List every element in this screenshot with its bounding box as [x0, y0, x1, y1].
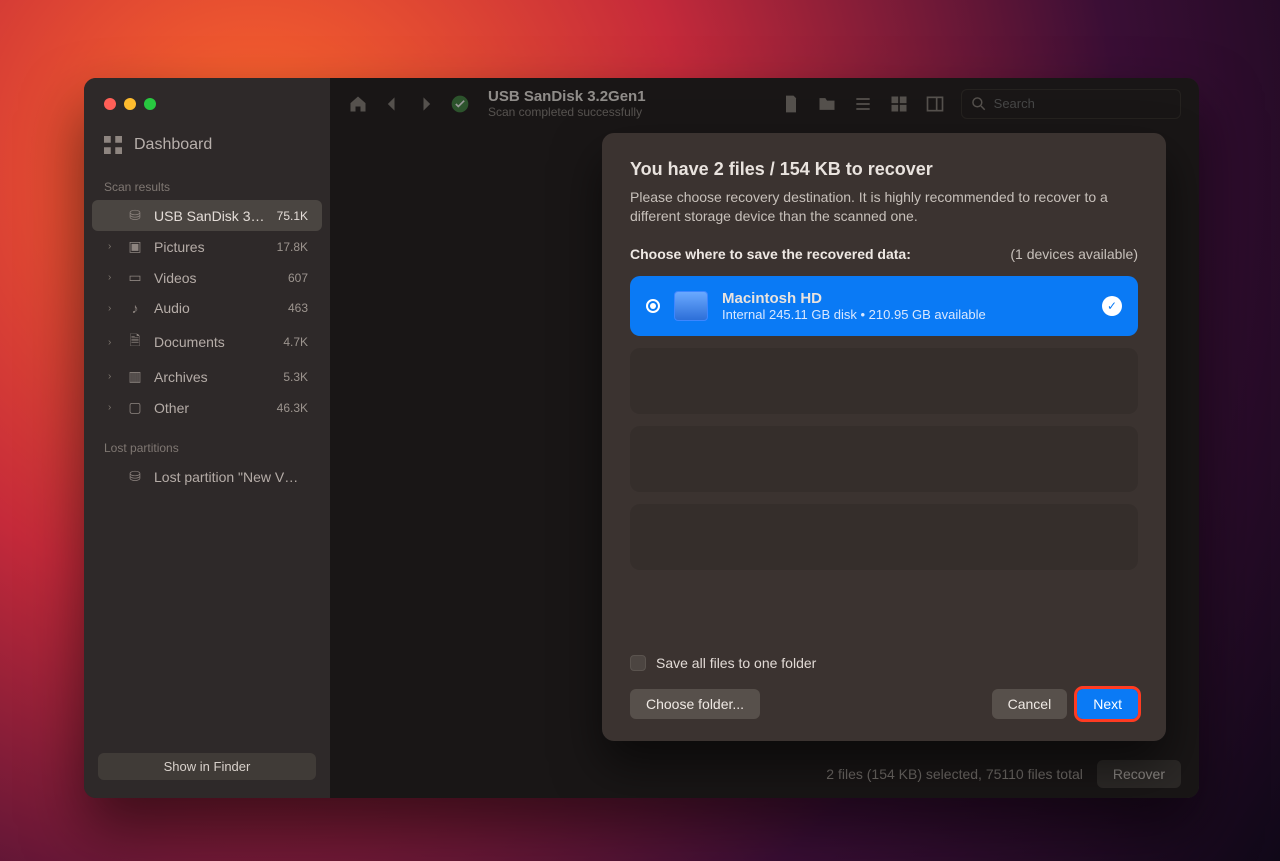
radio-selected-icon: [646, 299, 660, 313]
chevron-right-icon: ›: [108, 337, 116, 348]
video-icon: ▭: [126, 269, 144, 286]
sidebar: Dashboard Scan results ⛁ USB SanDisk 3.……: [84, 78, 330, 798]
sidebar-item-label: Other: [154, 400, 267, 416]
window-controls: [84, 84, 330, 128]
chevron-right-icon: ›: [108, 272, 116, 283]
chevron-right-icon: ›: [108, 371, 116, 382]
sidebar-item-lost-partition[interactable]: ⛁ Lost partition "New V…: [92, 461, 322, 492]
chevron-right-icon: ›: [108, 402, 116, 413]
sidebar-item-label: Archives: [154, 369, 273, 385]
other-icon: ▢: [126, 399, 144, 416]
minimize-window-icon[interactable]: [124, 98, 136, 110]
cancel-button[interactable]: Cancel: [992, 689, 1068, 719]
drive-icon: ⛁: [126, 207, 144, 224]
devices-available: (1 devices available): [1010, 246, 1138, 262]
sidebar-item-audio[interactable]: › ♪ Audio 463: [92, 293, 322, 323]
sidebar-item-drive[interactable]: ⛁ USB SanDisk 3.… 75.1K: [92, 200, 322, 231]
grid-icon: [104, 136, 122, 154]
sidebar-item-count: 4.7K: [283, 335, 308, 349]
modal-title: You have 2 files / 154 KB to recover: [630, 159, 1138, 180]
modal-description: Please choose recovery destination. It i…: [630, 188, 1138, 226]
drive-icon: ⛁: [126, 468, 144, 485]
sidebar-item-label: Videos: [154, 270, 278, 286]
sidebar-item-archives[interactable]: › ▥ Archives 5.3K: [92, 361, 322, 392]
checkbox-icon[interactable]: [630, 655, 646, 671]
sidebar-item-pictures[interactable]: › ▣ Pictures 17.8K: [92, 231, 322, 262]
hard-drive-icon: [674, 291, 708, 321]
sidebar-section-scan-results: Scan results: [84, 162, 330, 200]
save-all-label: Save all files to one folder: [656, 655, 816, 671]
choose-label: Choose where to save the recovered data:: [630, 246, 911, 262]
destination-list: Macintosh HD Internal 245.11 GB disk • 2…: [630, 276, 1138, 641]
main-area: USB SanDisk 3.2Gen1 Scan completed succe…: [330, 78, 1199, 798]
document-icon: 🗎: [126, 330, 144, 354]
save-all-checkbox-row[interactable]: Save all files to one folder: [630, 655, 1138, 671]
sidebar-item-label: Lost partition "New V…: [154, 469, 308, 485]
sidebar-item-count: 5.3K: [283, 370, 308, 384]
picture-icon: ▣: [126, 238, 144, 255]
sidebar-item-count: 17.8K: [277, 240, 308, 254]
sidebar-item-label: Documents: [154, 334, 273, 350]
destination-placeholder: [630, 504, 1138, 570]
sidebar-item-label: Pictures: [154, 239, 267, 255]
close-window-icon[interactable]: [104, 98, 116, 110]
destination-item[interactable]: Macintosh HD Internal 245.11 GB disk • 2…: [630, 276, 1138, 336]
archive-icon: ▥: [126, 368, 144, 385]
destination-placeholder: [630, 426, 1138, 492]
sidebar-item-other[interactable]: › ▢ Other 46.3K: [92, 392, 322, 423]
sidebar-item-label: USB SanDisk 3.…: [154, 208, 267, 224]
maximize-window-icon[interactable]: [144, 98, 156, 110]
sidebar-item-documents[interactable]: › 🗎 Documents 4.7K: [92, 323, 322, 361]
app-window: Dashboard Scan results ⛁ USB SanDisk 3.……: [84, 78, 1199, 798]
chevron-right-icon: ›: [108, 241, 116, 252]
sidebar-section-lost-partitions: Lost partitions: [84, 423, 330, 461]
sidebar-item-label: Audio: [154, 300, 278, 316]
recovery-destination-modal: You have 2 files / 154 KB to recover Ple…: [602, 133, 1166, 741]
destination-name: Macintosh HD: [722, 290, 986, 307]
checkmark-icon: ✓: [1102, 296, 1122, 316]
sidebar-item-videos[interactable]: › ▭ Videos 607: [92, 262, 322, 293]
destination-detail: Internal 245.11 GB disk • 210.95 GB avai…: [722, 307, 986, 322]
sidebar-dashboard[interactable]: Dashboard: [84, 128, 330, 162]
sidebar-item-count: 75.1K: [277, 209, 308, 223]
show-in-finder-button[interactable]: Show in Finder: [98, 753, 316, 780]
destination-placeholder: [630, 348, 1138, 414]
chevron-right-icon: ›: [108, 303, 116, 314]
sidebar-dashboard-label: Dashboard: [134, 136, 212, 154]
sidebar-item-count: 607: [288, 271, 308, 285]
choose-folder-button[interactable]: Choose folder...: [630, 689, 760, 719]
next-button[interactable]: Next: [1077, 689, 1138, 719]
sidebar-item-count: 46.3K: [277, 401, 308, 415]
sidebar-item-count: 463: [288, 301, 308, 315]
audio-icon: ♪: [126, 300, 144, 316]
